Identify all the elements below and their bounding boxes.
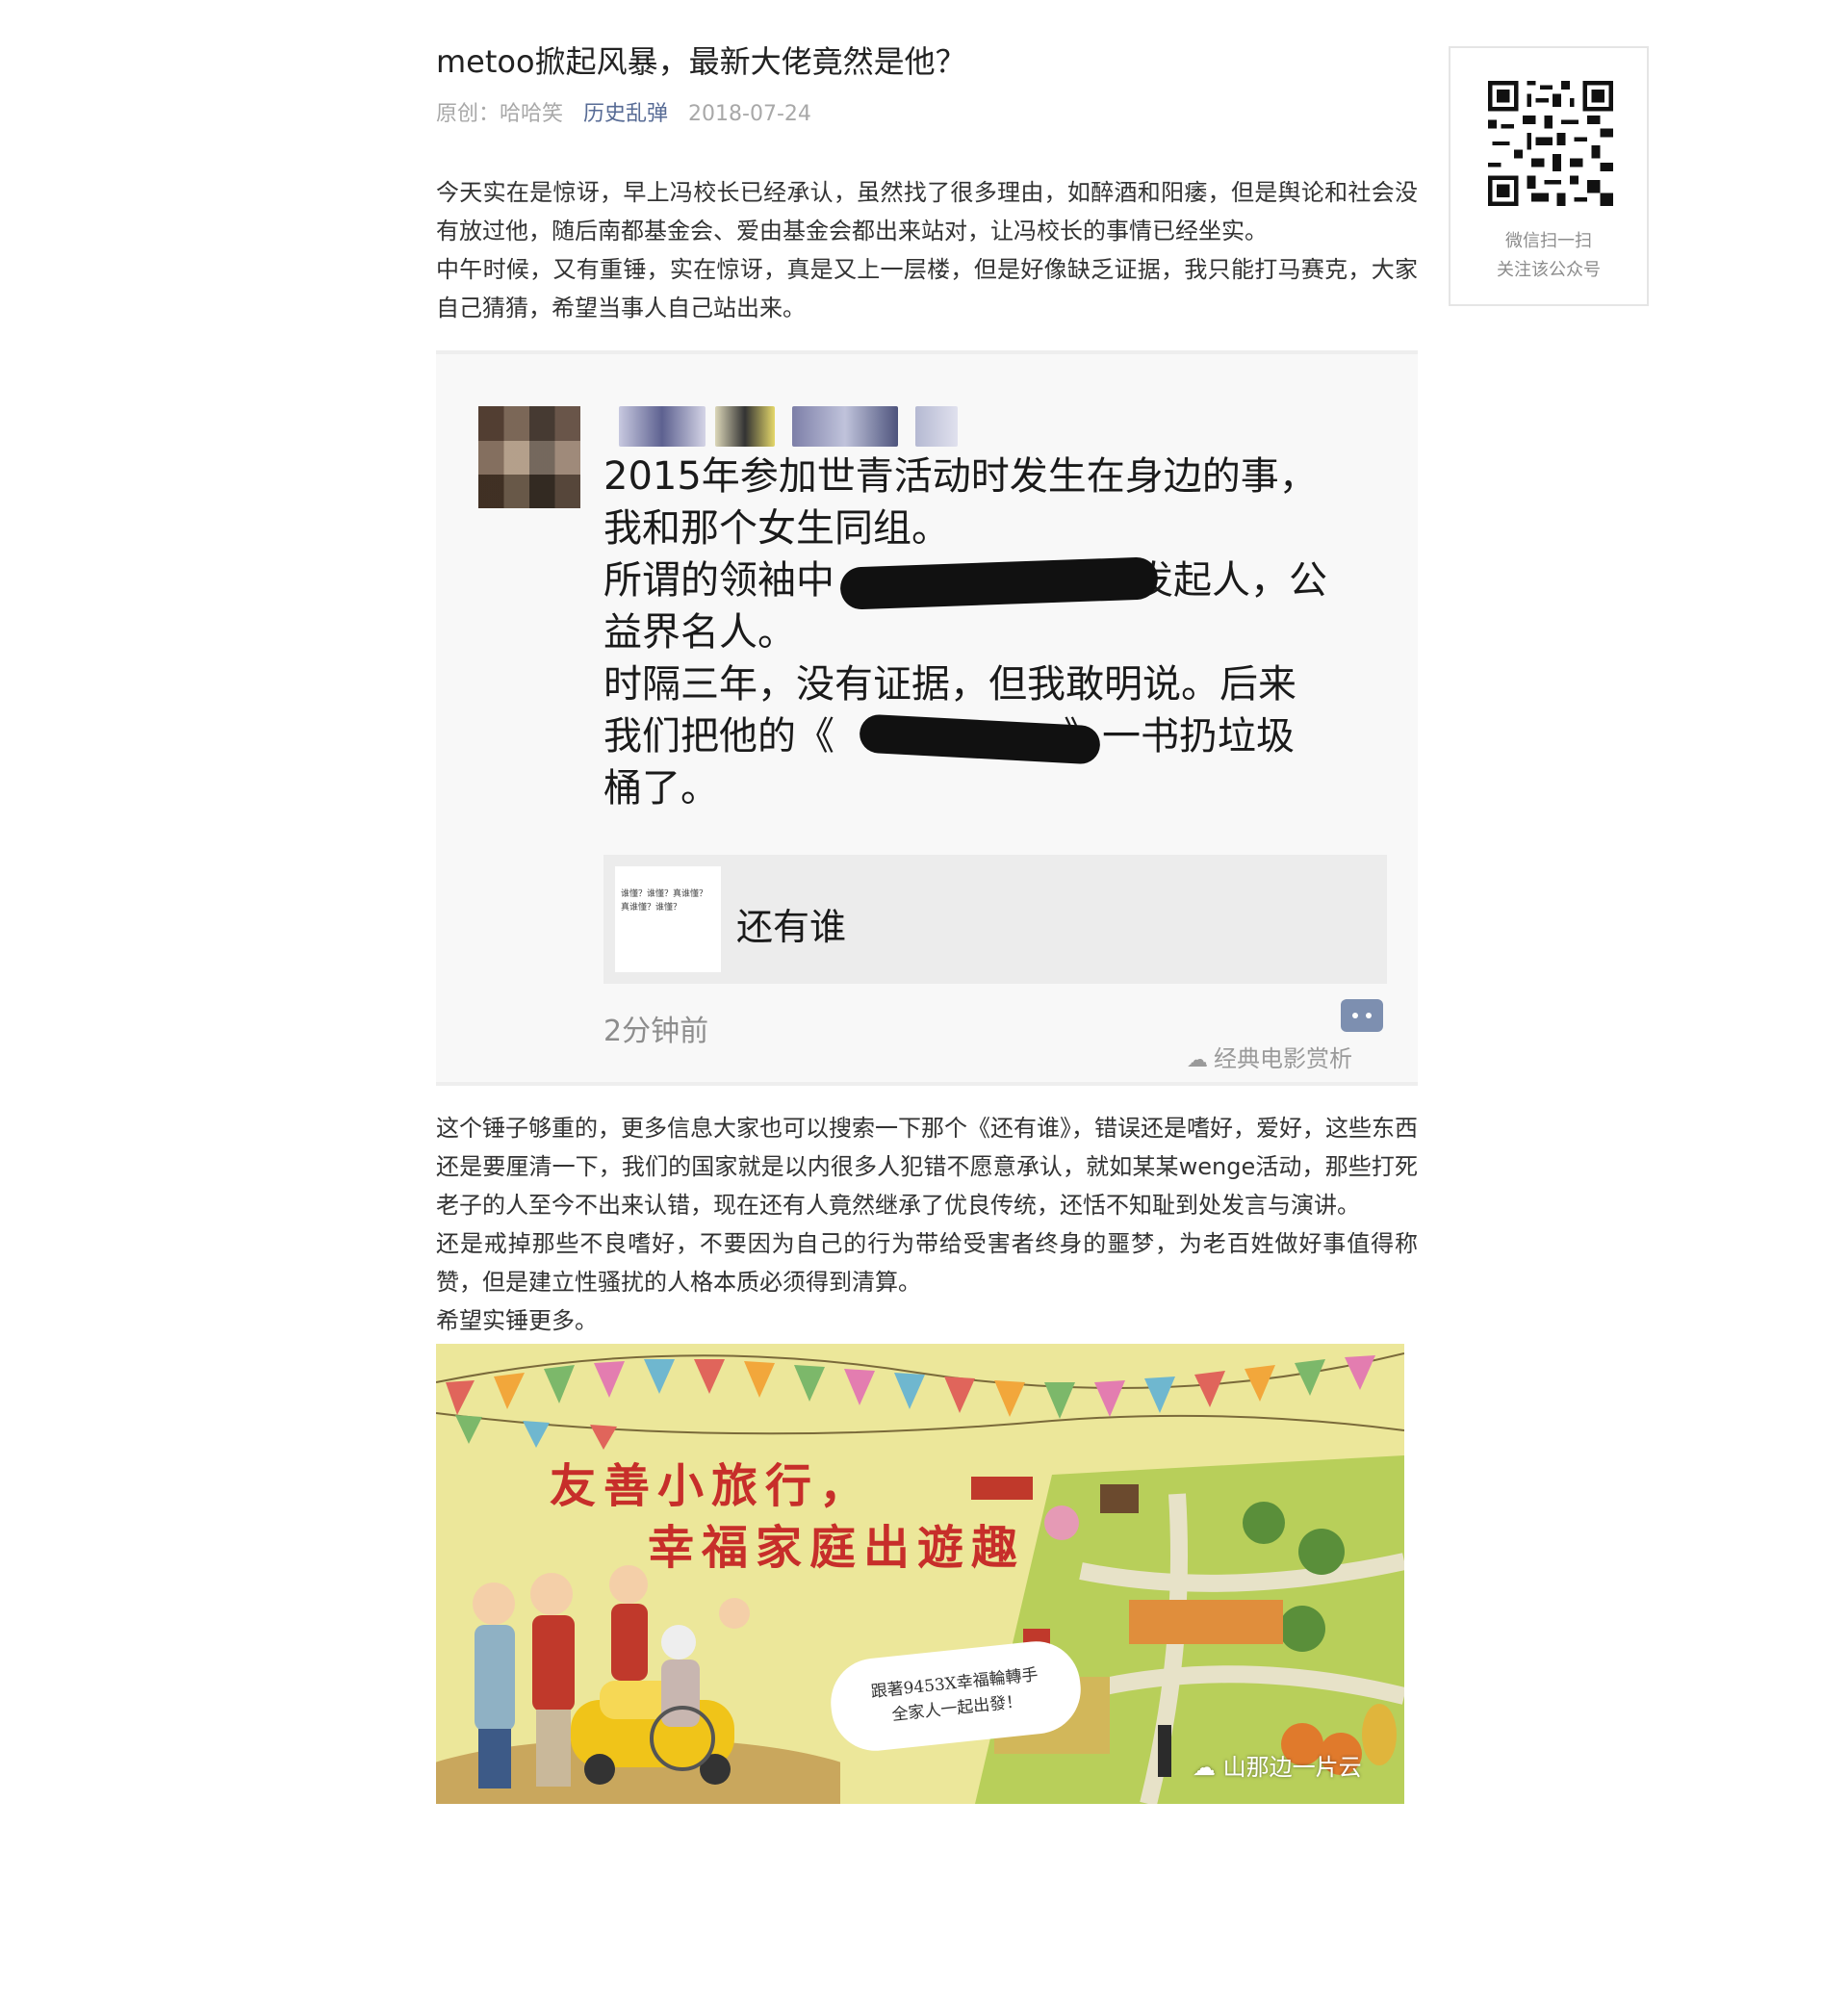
blurred-name [619,406,706,447]
post-text: 2015年参加世青活动时发生在身边的事， 我和那个女生同组。 所谓的领袖中 发起人… [603,454,1327,811]
blurred-name [915,406,958,447]
blurred-name [792,406,898,447]
account-link[interactable]: 历史乱弹 [583,102,668,126]
qr-code-panel: 微信扫一扫 关注该公众号 [1449,46,1649,306]
publish-date: 2018-07-24 [688,102,811,126]
qr-caption-line1: 微信扫一扫 [1505,231,1592,251]
body-text: 这个锤子够重的，更多信息大家也可以搜索一下那个《还有谁》，错误还是嗜好，爱好，这… [436,1109,1418,1340]
qr-caption-line2: 关注该公众号 [1497,260,1601,280]
paragraph: 这个锤子够重的，更多信息大家也可以搜索一下那个《还有谁》，错误还是嗜好，爱好，这… [436,1115,1418,1219]
paragraph: 中午时候，又有重锤，实在惊讶，真是又上一层楼，但是好像缺乏证据，我只能打马赛克，… [436,256,1418,322]
banner-watermark: ☁ 山那边一片云 [1193,1754,1362,1781]
paragraph: 还是戒掉那些不良嗜好，不要因为自己的行为带给受害者终身的噩梦，为老百姓做好事值得… [436,1230,1418,1296]
post-timestamp: 2分钟前 [603,1015,709,1048]
qr-code-image[interactable] [1488,81,1613,206]
wechat-icon: ☁ [1187,1048,1208,1072]
social-post-screenshot: 2015年参加世青活动时发生在身边的事， 我和那个女生同组。 所谓的领袖中 发起人… [436,350,1418,1086]
divider [436,1082,1418,1086]
link-thumbnail: 谁懂？谁懂？真谁懂？真谁懂？谁懂？ [615,866,721,972]
wechat-icon: ☁ [1193,1754,1223,1781]
bunting-decoration [436,1352,1404,1450]
article: metoo掀起风暴，最新大佬竟然是他？ 原创：哈哈笑 历史乱弹 2018-07-… [436,39,1418,1804]
screenshot-watermark: ☁ 经典电影赏析 [1187,1045,1352,1072]
banner-title-line1: 友善小旅行， [550,1459,874,1513]
blurred-name [715,406,775,447]
promo-banner-image: 友善小旅行， 幸福家庭出遊趣 跟著9453X幸福輪轉手 全家人一起出發！ ☁ 山… [436,1344,1404,1804]
article-meta: 原创：哈哈笑 历史乱弹 2018-07-24 [436,100,1418,129]
original-label: 原创：哈哈笑 [436,102,564,126]
link-title: 还有谁 [736,906,847,948]
avatar [478,406,580,508]
article-title: metoo掀起风暴，最新大佬竟然是他？ [436,43,966,80]
family-illustration [436,1565,840,1804]
comment-icon [1341,999,1383,1032]
paragraph: 希望实锤更多。 [436,1307,598,1334]
shared-link-card[interactable]: 谁懂？谁懂？真谁懂？真谁懂？谁懂？ 还有谁 [603,855,1387,984]
author-name: 哈哈笑 [500,102,564,126]
intro-text: 今天实在是惊讶，早上冯校长已经承认，虽然找了很多理由，如醉酒和阳痿，但是舆论和社… [436,173,1418,327]
paragraph: 今天实在是惊讶，早上冯校长已经承认，虽然找了很多理由，如醉酒和阳痿，但是舆论和社… [436,179,1418,244]
